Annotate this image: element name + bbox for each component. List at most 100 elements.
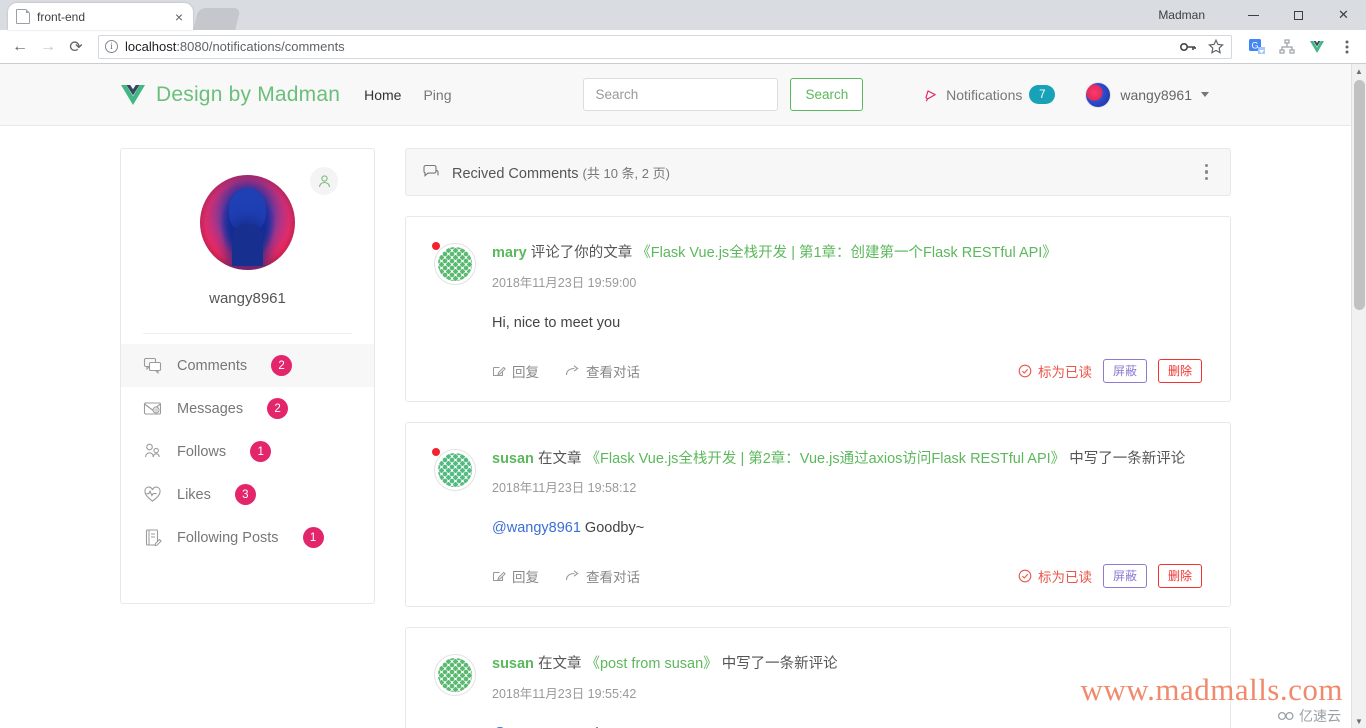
comment-body: susan 在文章 《Flask Vue.js全栈开发 | 第2章：Vue.js… (492, 449, 1202, 589)
sidebar-item-likes[interactable]: Likes 3 (121, 473, 374, 516)
google-translate-icon[interactable]: G (1248, 38, 1266, 56)
comment-article-link[interactable]: 《Flask Vue.js全栈开发 | 第1章：创建第一个Flask RESTf… (636, 245, 1057, 261)
comment-author[interactable]: susan (492, 656, 534, 672)
sidebar-item-badge: 1 (250, 441, 272, 462)
page-scrollbar[interactable]: ▲ ▼ (1351, 64, 1366, 728)
comment-article-link[interactable]: 《Flask Vue.js全栈开发 | 第2章：Vue.js通过axios访问F… (585, 451, 1065, 467)
search-input[interactable] (583, 78, 779, 111)
address-bar-url: localhost:8080/notifications/comments (125, 39, 345, 54)
site-brand[interactable]: Design by Madman (120, 83, 340, 107)
vue-devtools-icon[interactable] (1308, 38, 1326, 56)
reply-button[interactable]: 回复 (492, 566, 539, 586)
view-conversation-label: 查看对话 (586, 570, 640, 586)
comment-suffix: 中写了一条新评论 (1069, 450, 1186, 467)
bookmark-star-icon[interactable] (1207, 38, 1225, 56)
svg-text:@: @ (153, 408, 158, 413)
sidebar-item-follows[interactable]: Follows 1 (121, 430, 374, 473)
scroll-down-arrow-icon[interactable]: ▼ (1352, 714, 1366, 728)
main-panel: Recived Comments (共 10 条, 2 页) mary 评论了你… (405, 148, 1231, 728)
scrollbar-thumb[interactable] (1354, 80, 1365, 310)
unread-dot-icon (432, 242, 440, 250)
sidebar-item-label: Following Posts (177, 529, 279, 546)
page-content: wangy8961 Comments 2 @ Messages 2 Follow… (0, 126, 1351, 728)
share-arrow-icon (565, 570, 579, 581)
browser-titlebar: front-end × Madman ✕ (0, 0, 1366, 30)
delete-button[interactable]: 删除 (1157, 358, 1202, 383)
sidebar-item-messages[interactable]: @ Messages 2 (121, 387, 374, 430)
panel-title: Recived Comments (共 10 条, 2 页) (452, 163, 670, 182)
avatar[interactable] (434, 448, 476, 491)
mark-read-button[interactable]: 标为已读 (1018, 361, 1092, 381)
profile-picture-wrap (121, 175, 374, 270)
panel-header: Recived Comments (共 10 条, 2 页) (405, 148, 1231, 196)
block-button[interactable]: 屏蔽 (1102, 564, 1147, 589)
new-tab-button[interactable] (193, 8, 241, 30)
comments-icon (141, 356, 163, 375)
delete-button[interactable]: 删除 (1157, 564, 1202, 589)
comment-header: susan 在文章 《Flask Vue.js全栈开发 | 第2章：Vue.js… (432, 447, 1202, 589)
comment-actions: 回复 查看对话 标为已读 屏蔽 删除 (492, 358, 1202, 383)
profile-edit-button[interactable] (310, 167, 338, 195)
browser-window: front-end × Madman ✕ ← → ⟳ i localhost:8… (0, 0, 1366, 728)
comment-text: Hi, nice to meet you (492, 314, 621, 331)
window-controls: Madman ✕ (1158, 0, 1366, 30)
window-close-button[interactable]: ✕ (1321, 0, 1366, 30)
comment-mention[interactable]: @wangy8961 (492, 520, 581, 536)
mark-read-button[interactable]: 标为已读 (1018, 566, 1092, 586)
navbar-right: Notifications 7 wangy8961 (922, 81, 1209, 108)
comment-article-link[interactable]: 《post from susan》 (585, 656, 717, 672)
comment-body: mary 评论了你的文章 《Flask Vue.js全栈开发 | 第1章：创建第… (492, 243, 1202, 383)
view-conversation-button[interactable]: 查看对话 (565, 361, 640, 381)
block-button[interactable]: 屏蔽 (1102, 358, 1147, 383)
browser-profile-name[interactable]: Madman (1158, 8, 1205, 22)
pencil-icon (493, 366, 506, 376)
comment-verb: 在文章 (537, 450, 582, 467)
chrome-menu-icon[interactable] (1338, 38, 1356, 56)
notifications-link[interactable]: Notifications 7 (922, 85, 1056, 104)
sidebar-item-badge: 1 (302, 527, 324, 548)
site-nav-links: Home Ping (364, 87, 451, 103)
kebab-menu-icon[interactable] (1199, 160, 1215, 185)
page-favicon-icon (16, 9, 30, 24)
pencil-icon (493, 571, 506, 582)
comment-suffix: 中写了一条新评论 (721, 656, 838, 673)
sidebar-item-badge: 3 (234, 484, 256, 505)
site-info-icon[interactable]: i (105, 40, 118, 53)
sitemap-icon[interactable] (1278, 38, 1296, 56)
tab-close-icon[interactable]: × (173, 10, 185, 24)
avatar[interactable] (434, 654, 476, 697)
window-maximize-button[interactable] (1276, 0, 1321, 30)
back-button[interactable]: ← (6, 33, 34, 61)
page-viewport: Design byMadman Home Ping Search Notific… (0, 64, 1366, 728)
notifications-label: Notifications (946, 86, 1023, 103)
comment-avatar-wrap (434, 654, 476, 728)
comment-actions-right: 标为已读 屏蔽 删除 (1018, 564, 1202, 589)
scroll-up-arrow-icon[interactable]: ▲ (1352, 64, 1366, 78)
nav-link-ping[interactable]: Ping (423, 87, 451, 103)
chevron-down-icon (1201, 92, 1209, 97)
comment-author[interactable]: mary (492, 245, 527, 261)
sidebar-item-comments[interactable]: Comments 2 (121, 344, 374, 387)
browser-tab[interactable]: front-end × (8, 3, 193, 30)
address-bar[interactable]: i localhost:8080/notifications/comments (98, 34, 1232, 59)
reload-button[interactable]: ⟳ (62, 33, 90, 61)
comment-avatar-wrap (432, 447, 476, 589)
password-key-icon[interactable] (1179, 38, 1197, 56)
comment-text-body: Goodby~ (580, 520, 645, 537)
notebook-pen-icon (141, 528, 163, 547)
mark-read-label: 标为已读 (1037, 364, 1092, 380)
search-button[interactable]: Search (790, 78, 864, 111)
user-menu[interactable]: wangy8961 (1085, 81, 1209, 108)
comment-verb: 在文章 (537, 656, 582, 673)
envelope-icon: @ (141, 399, 163, 418)
nav-link-home[interactable]: Home (364, 87, 401, 103)
view-conversation-button[interactable]: 查看对话 (565, 566, 640, 586)
avatar[interactable] (434, 243, 476, 285)
panel-count: (共 10 条, 2 页) (582, 165, 670, 181)
comment-author[interactable]: susan (492, 451, 534, 467)
reply-button[interactable]: 回复 (492, 361, 539, 381)
bell-icon (925, 90, 936, 102)
comment-time: 2018年11月23日 19:59:00 (492, 275, 637, 290)
window-minimize-button[interactable] (1231, 0, 1276, 30)
sidebar-item-following-posts[interactable]: Following Posts 1 (121, 516, 374, 559)
